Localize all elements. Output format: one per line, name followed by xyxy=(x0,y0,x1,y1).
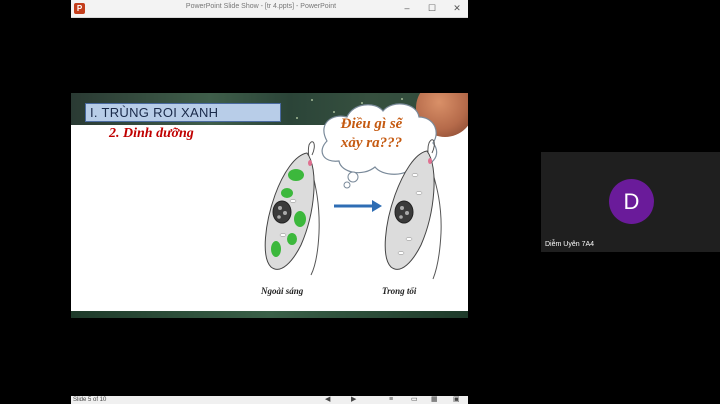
close-button[interactable]: ✕ xyxy=(451,2,463,14)
bubble-line-2: xảy ra??? xyxy=(340,135,403,151)
slide-footer-banner xyxy=(71,311,468,318)
prev-slide-icon[interactable]: ◀ xyxy=(325,396,330,404)
powerpoint-window: P PowerPoint Slide Show - [tr 4.ppts] - … xyxy=(71,0,468,404)
participant-avatar: D xyxy=(609,179,654,224)
reading-view-icon[interactable]: ▣ xyxy=(453,396,460,404)
participant-tile[interactable]: D Diễm Uyên 7A4 xyxy=(541,152,720,252)
menu-icon[interactable]: ≡ xyxy=(389,396,393,404)
next-slide-icon[interactable]: ▶ xyxy=(351,396,356,404)
maximize-button[interactable]: ☐ xyxy=(426,2,438,14)
slide-sorter-icon[interactable]: ▦ xyxy=(431,396,438,404)
powerpoint-icon: P xyxy=(74,3,85,14)
slide-counter: Slide 5 of 10 xyxy=(73,397,107,403)
euglena-light-illustration xyxy=(264,141,320,276)
title-bar: P PowerPoint Slide Show - [tr 4.ppts] - … xyxy=(71,0,468,18)
caption-light: Ngoài sáng xyxy=(261,286,304,296)
window-title: PowerPoint Slide Show - [tr 4.ppts] - Po… xyxy=(185,3,337,10)
caption-dark: Trong tối xyxy=(382,286,417,296)
arrow-right-icon xyxy=(334,200,382,212)
normal-view-icon[interactable]: ▭ xyxy=(411,396,418,404)
status-bar: Slide 5 of 10 ◀ ▶ ≡ ▭ ▦ ▣ xyxy=(71,396,468,404)
participant-name: Diễm Uyên 7A4 xyxy=(545,241,595,248)
thought-bubble-text: Điều gì sẽ xảy ra??? xyxy=(324,115,419,153)
slide[interactable]: I. TRÙNG ROI XANH 2. Dinh dưỡng Điều gì … xyxy=(71,93,468,318)
bubble-line-1: Điều gì sẽ xyxy=(340,116,403,132)
minimize-button[interactable]: – xyxy=(401,2,413,14)
